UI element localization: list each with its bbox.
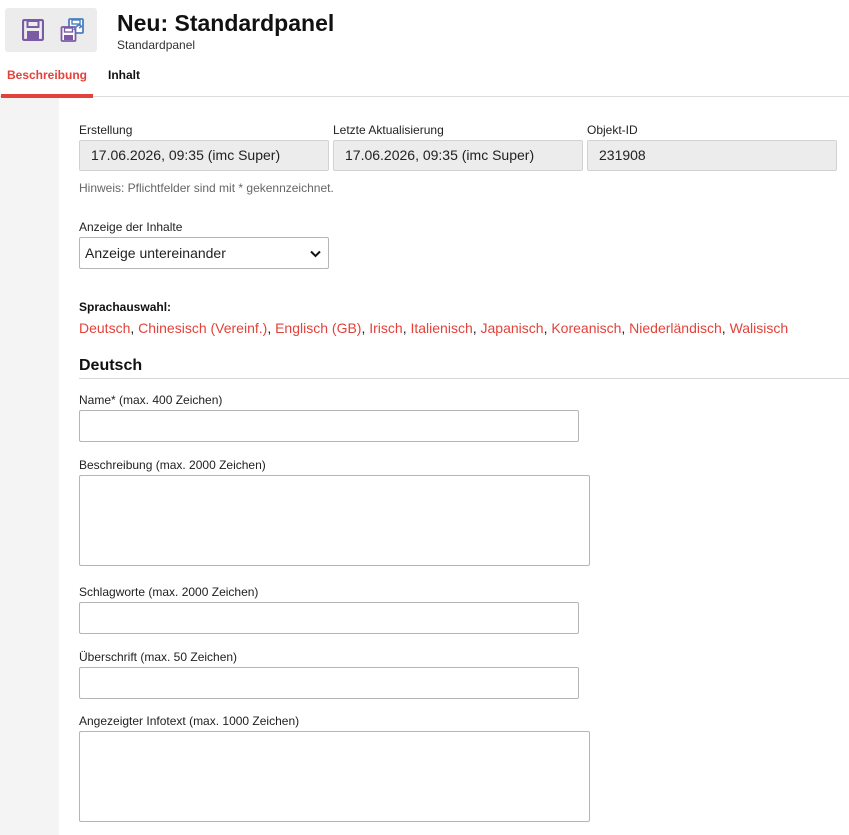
- page-subtitle: Standardpanel: [117, 38, 196, 52]
- toolbar: [5, 8, 97, 52]
- section-title: Deutsch: [79, 357, 143, 374]
- keywords-input[interactable]: [79, 602, 579, 634]
- page-title: Neu: Standardpanel: [117, 10, 335, 36]
- description-textarea[interactable]: [79, 475, 590, 566]
- language-link-chinesisch[interactable]: Chinesisch (Vereinf.): [138, 320, 267, 336]
- save-button[interactable]: [20, 17, 46, 43]
- display-mode-select[interactable]: Anzeige untereinander: [79, 237, 329, 269]
- display-mode-label: Anzeige der Inhalte: [79, 220, 183, 234]
- required-hint: Hinweis: Pflichtfelder sind mit * gekenn…: [79, 181, 334, 195]
- language-list: Deutsch, Chinesisch (Vereinf.), Englisch…: [79, 320, 788, 336]
- heading-input[interactable]: [79, 667, 579, 699]
- save-as-copy-icon: [60, 18, 84, 42]
- keywords-label: Schlagworte (max. 2000 Zeichen): [79, 585, 259, 599]
- object-id-label: Objekt-ID: [587, 123, 638, 137]
- left-gutter: [0, 98, 59, 835]
- updated-value: 17.06.2026, 09:35 (imc Super): [333, 140, 583, 171]
- chevron-down-icon: [310, 250, 321, 258]
- language-separator: ,: [472, 320, 481, 336]
- language-link-koreanisch[interactable]: Koreanisch: [551, 320, 621, 336]
- created-value: 17.06.2026, 09:35 (imc Super): [79, 140, 329, 171]
- save-as-button[interactable]: [60, 17, 86, 43]
- language-link-walisisch[interactable]: Walisisch: [730, 320, 789, 336]
- display-mode-value: Anzeige untereinander: [85, 245, 226, 261]
- section-divider: [79, 378, 849, 379]
- tab-beschreibung[interactable]: Beschreibung: [1, 58, 93, 98]
- description-label: Beschreibung (max. 2000 Zeichen): [79, 458, 266, 472]
- floppy-disk-icon: [22, 19, 44, 41]
- created-label: Erstellung: [79, 123, 133, 137]
- name-input[interactable]: [79, 410, 579, 442]
- tab-bar: Beschreibung Inhalt: [0, 58, 849, 98]
- language-selection-label: Sprachauswahl:: [79, 300, 172, 314]
- language-link-englisch[interactable]: Englisch (GB): [275, 320, 361, 336]
- name-label: Name* (max. 400 Zeichen): [79, 393, 223, 407]
- heading-label: Überschrift (max. 50 Zeichen): [79, 650, 238, 664]
- object-id-value: 231908: [587, 140, 837, 171]
- page-header: Neu: Standardpanel Standardpanel: [0, 0, 849, 58]
- infotext-label: Angezeigter Infotext (max. 1000 Zeichen): [79, 714, 300, 728]
- language-link-deutsch[interactable]: Deutsch: [79, 320, 130, 336]
- language-separator: ,: [721, 320, 730, 336]
- language-link-irisch[interactable]: Irisch: [369, 320, 402, 336]
- tab-inhalt[interactable]: Inhalt: [104, 58, 144, 97]
- language-link-japanisch[interactable]: Japanisch: [481, 320, 544, 336]
- language-separator: ,: [621, 320, 630, 336]
- updated-label: Letzte Aktualisierung: [333, 123, 444, 137]
- language-link-italienisch[interactable]: Italienisch: [410, 320, 472, 336]
- language-separator: ,: [130, 320, 139, 336]
- infotext-textarea[interactable]: [79, 731, 590, 822]
- language-link-niederlaendisch[interactable]: Niederländisch: [629, 320, 722, 336]
- language-separator: ,: [267, 320, 276, 336]
